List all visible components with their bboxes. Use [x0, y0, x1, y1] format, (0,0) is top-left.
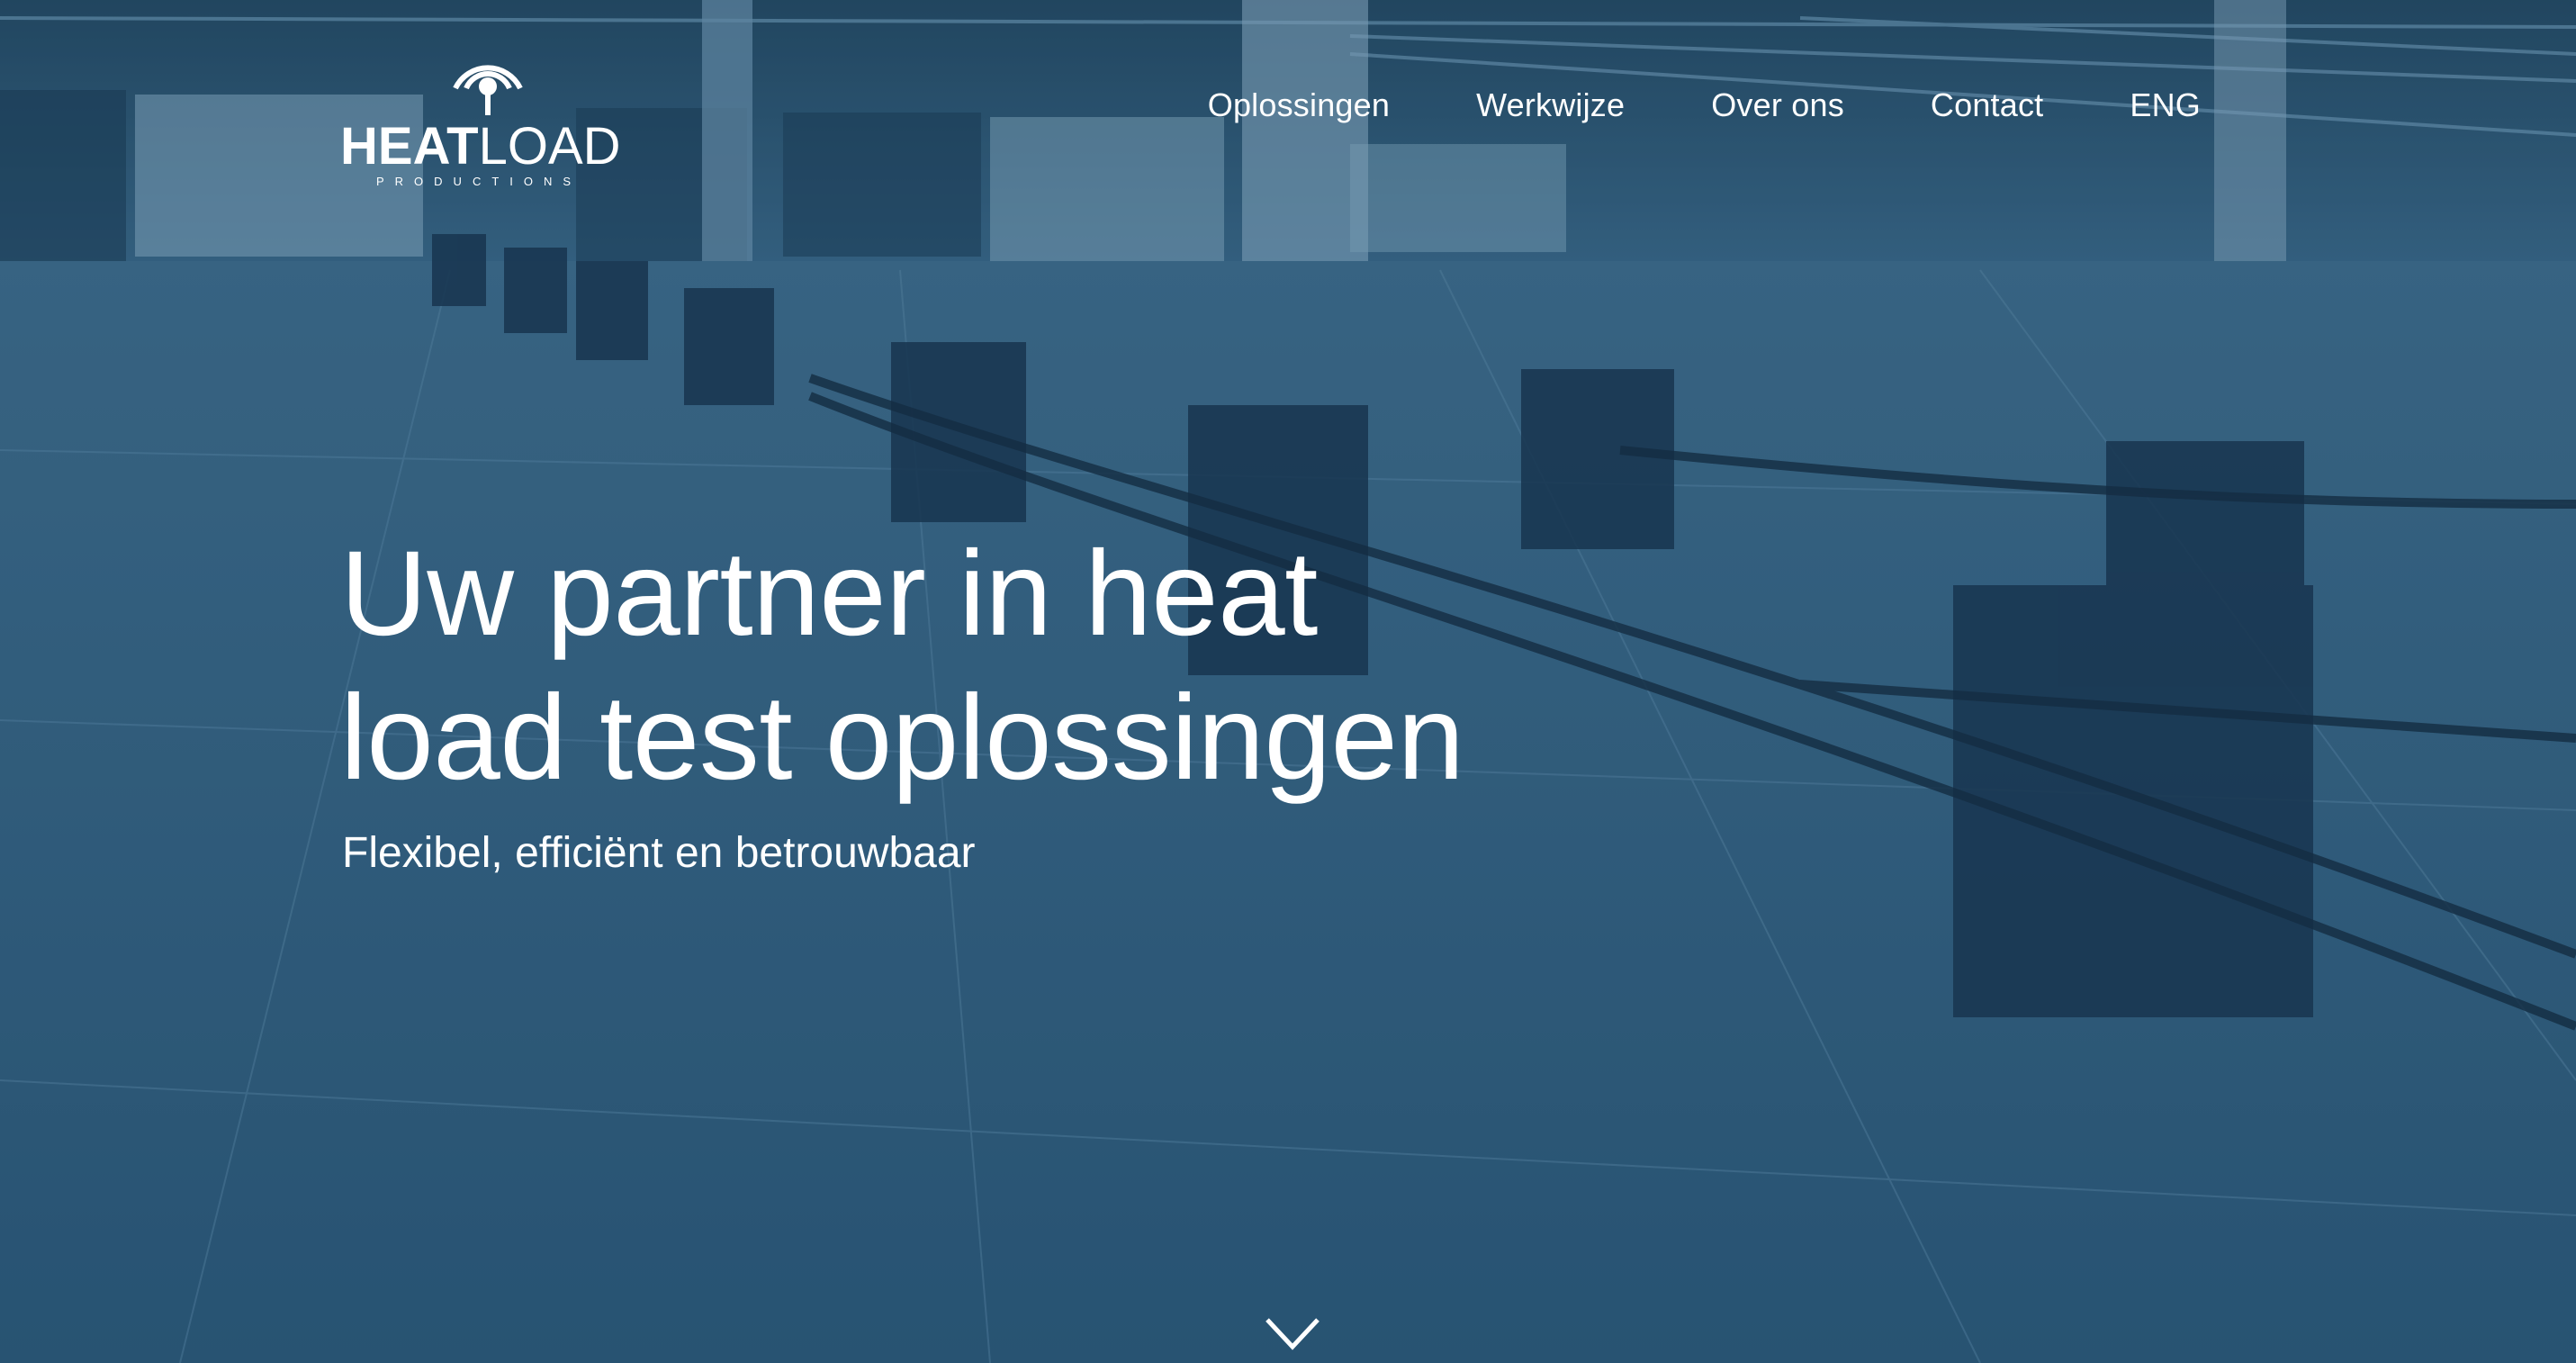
- hero-section: HEATLOAD PRODUCTIONS Oplossingen Werkwij…: [0, 0, 2576, 1363]
- hero-headline-line-1: Uw partner in heat: [340, 527, 1318, 661]
- brand-logo[interactable]: HEATLOAD PRODUCTIONS: [340, 32, 637, 194]
- brand-name-bold: HEAT: [340, 117, 479, 176]
- hero-headline-line-2: load test oplossingen: [340, 671, 1464, 805]
- nav-item-language-eng[interactable]: ENG: [2130, 86, 2201, 124]
- nav-item-over-ons[interactable]: Over ons: [1711, 86, 1844, 124]
- brand-tagline: PRODUCTIONS: [376, 175, 582, 188]
- heat-signal-icon: [453, 65, 523, 115]
- brand-name-light: LOAD: [478, 117, 621, 176]
- main-navigation: Oplossingen Werkwijze Over ons Contact E…: [1208, 86, 2201, 124]
- brand-wordmark: HEATLOAD: [340, 121, 621, 173]
- hero-subheadline: Flexibel, efficiënt en betrouwbaar: [342, 829, 976, 877]
- nav-item-werkwijze[interactable]: Werkwijze: [1476, 86, 1625, 124]
- nav-item-oplossingen[interactable]: Oplossingen: [1208, 86, 1390, 124]
- hero-headline: Uw partner in heat load test oplossingen: [340, 522, 1464, 810]
- chevron-down-icon[interactable]: [1264, 1316, 1321, 1352]
- nav-item-contact[interactable]: Contact: [1931, 86, 2043, 124]
